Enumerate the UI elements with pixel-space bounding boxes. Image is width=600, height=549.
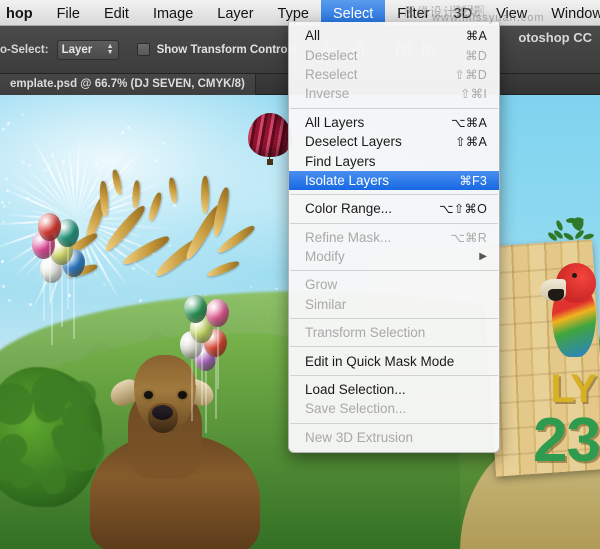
app-title: otoshop CC xyxy=(518,30,592,45)
menu-separator xyxy=(290,375,498,376)
foliage-blob xyxy=(34,393,64,423)
menu-item-label: Edit in Quick Mask Mode xyxy=(305,354,454,369)
menu-item-shortcut: ⌥⇧⌘O xyxy=(439,201,487,216)
menu-item-label: All Layers xyxy=(305,115,364,130)
menu-item-modify: Modify ▶ xyxy=(289,247,499,266)
menu-item-isolate-layers[interactable]: Isolate Layers ⌘F3 xyxy=(289,171,499,190)
menu-item-shortcut: ⌘D xyxy=(465,48,487,63)
menu-item-label: Transform Selection xyxy=(305,325,425,340)
menu-item-reselect: Reselect ⇧⌘D xyxy=(289,65,499,84)
menu-item-label: Deselect xyxy=(305,48,358,63)
show-transform-controls-checkbox[interactable] xyxy=(137,43,150,56)
deer-nose xyxy=(152,405,173,420)
photoshop-window: LY 23 SEVENSTYLES PRESENTS hopFileEditIm… xyxy=(0,0,600,549)
menu-separator xyxy=(290,270,498,271)
menu-item-save-selection: Save Selection... xyxy=(289,399,499,418)
menu-item-label: Reselect xyxy=(305,67,358,82)
menu-item-label: Grow xyxy=(305,277,337,292)
menu-item-label: Inverse xyxy=(305,86,349,101)
menu-item-label: Modify xyxy=(305,249,345,264)
select-menu-dropdown[interactable]: All ⌘A Deselect ⌘D Reselect ⇧⌘D Inverse ⇧⌘I All … xyxy=(288,22,500,453)
sign-day-text: 23 xyxy=(533,405,600,476)
menu-item-find-layers[interactable]: Find Layers xyxy=(289,151,499,170)
submenu-arrow-icon: ▶ xyxy=(479,251,487,262)
menu-separator xyxy=(290,194,498,195)
menu-separator xyxy=(290,346,498,347)
menu-item-label: Refine Mask... xyxy=(305,230,391,245)
menu-item-new-3d-extrusion: New 3D Extrusion xyxy=(289,428,499,447)
menu-separator xyxy=(290,318,498,319)
menu-image[interactable]: Image xyxy=(141,0,205,26)
menu-item-shortcut: ⌘A xyxy=(466,28,487,43)
menu-item-shortcut: ⇧⌘D xyxy=(454,67,487,82)
menu-file[interactable]: File xyxy=(45,0,92,26)
menu-item-label: All xyxy=(305,28,320,43)
balloon-envelope xyxy=(248,113,292,157)
macaw-parrot-icon xyxy=(534,235,598,355)
document-tab[interactable]: emplate.psd @ 66.7% (DJ SEVEN, CMYK/8) xyxy=(0,74,256,95)
menu-item-label: Find Layers xyxy=(305,154,376,169)
balloon xyxy=(206,299,229,327)
foliage-blob xyxy=(9,463,35,489)
menu-item-label: Load Selection... xyxy=(305,382,406,397)
menu-item-inverse: Inverse ⇧⌘I xyxy=(289,84,499,103)
menu-layer[interactable]: Layer xyxy=(205,0,265,26)
menu-item-label: New 3D Extrusion xyxy=(305,430,413,445)
balloon xyxy=(184,295,207,323)
menu-item-shortcut: ⌥⌘R xyxy=(450,230,487,245)
auto-select-value: Layer xyxy=(62,44,93,56)
menu-item-label: Similar xyxy=(305,297,346,312)
menu-item-edit-in-quick-mask-mode[interactable]: Edit in Quick Mask Mode xyxy=(289,351,499,370)
menu-item-shortcut: ⌘F3 xyxy=(459,173,487,188)
deer-illustration xyxy=(72,285,287,549)
show-transform-controls-label: Show Transform Controls xyxy=(157,44,298,56)
menu-window[interactable]: Window xyxy=(539,0,600,26)
menu-item-grow: Grow xyxy=(289,275,499,294)
menu-item-deselect-layers[interactable]: Deselect Layers ⇧⌘A xyxy=(289,132,499,151)
menu-item-transform-selection: Transform Selection xyxy=(289,323,499,342)
foliage-blob xyxy=(41,469,66,494)
hot-air-balloon-icon xyxy=(248,113,292,165)
auto-select-label: o-Select: xyxy=(0,44,49,56)
menu-hop[interactable]: hop xyxy=(0,0,45,26)
menu-separator xyxy=(290,223,498,224)
menu-item-label: Save Selection... xyxy=(305,401,406,416)
menu-separator xyxy=(290,108,498,109)
menu-item-label: Deselect Layers xyxy=(305,134,402,149)
chevron-updown-icon: ▲ ▼ xyxy=(107,44,114,56)
menu-item-label: Color Range... xyxy=(305,201,392,216)
menu-item-all[interactable]: All ⌘A xyxy=(289,26,499,45)
menu-item-shortcut: ⌥⌘A xyxy=(451,115,487,130)
menu-edit[interactable]: Edit xyxy=(92,0,141,26)
menu-item-similar: Similar xyxy=(289,295,499,314)
deer-eye-right xyxy=(178,391,187,399)
menu-item-load-selection[interactable]: Load Selection... xyxy=(289,380,499,399)
menu-separator xyxy=(290,423,498,424)
parrot-eye xyxy=(572,273,577,278)
balloon xyxy=(38,213,61,241)
menu-item-label: Isolate Layers xyxy=(305,173,389,188)
foliage-blob xyxy=(0,383,33,425)
balloon-basket xyxy=(267,159,273,165)
menu-item-shortcut: ⇧⌘A xyxy=(455,134,487,149)
menu-item-color-range[interactable]: Color Range... ⌥⇧⌘O xyxy=(289,199,499,218)
menu-item-refine-mask: Refine Mask... ⌥⌘R xyxy=(289,228,499,247)
parrot-beak-lower xyxy=(548,289,564,301)
menu-item-deselect: Deselect ⌘D xyxy=(289,45,499,64)
auto-select-dropdown[interactable]: Layer ▲ ▼ xyxy=(57,40,119,60)
deer-eye-left xyxy=(144,391,153,399)
menu-item-all-layers[interactable]: All Layers ⌥⌘A xyxy=(289,113,499,132)
menu-item-shortcut: ⇧⌘I xyxy=(460,86,487,101)
